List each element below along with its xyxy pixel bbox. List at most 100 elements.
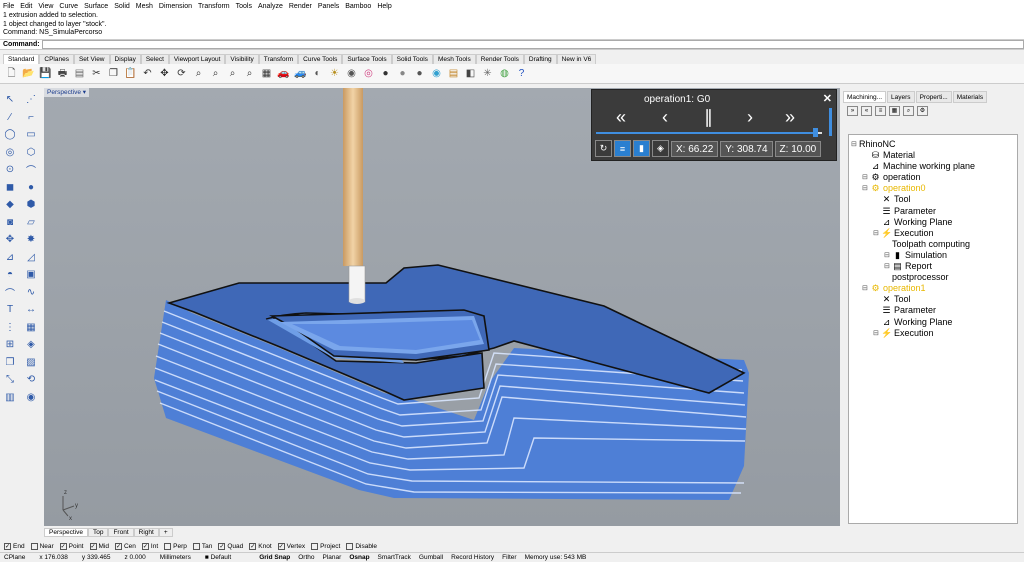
sphere-icon[interactable]: ● <box>395 66 410 81</box>
car-icon[interactable]: 🚙 <box>293 66 308 81</box>
osnap-knot[interactable]: ✓ Knot <box>249 542 272 550</box>
menu-item-bamboo[interactable]: Bamboo <box>345 3 371 10</box>
panel-tab-layers[interactable]: Layers <box>887 91 915 103</box>
pan-icon[interactable]: ✥ <box>157 66 172 81</box>
move-icon[interactable]: ✥ <box>2 232 18 247</box>
search-icon[interactable]: ⌕ <box>903 106 914 116</box>
trim-icon[interactable]: ◿ <box>23 250 39 265</box>
tree-item[interactable]: ⊟ ⚙ operation0 <box>851 183 1015 194</box>
expand-icon[interactable]: ⊟ <box>851 139 859 150</box>
save-icon[interactable]: 💾 <box>38 66 53 81</box>
material-icon[interactable]: ◉ <box>429 66 444 81</box>
osnap-tan[interactable]: Tan <box>192 542 212 550</box>
status-ortho[interactable]: Ortho <box>298 554 314 561</box>
dimension-icon[interactable]: ↔ <box>23 302 39 317</box>
tool-toggle-icon[interactable]: ▮ <box>633 140 650 157</box>
close-icon[interactable]: ✕ <box>823 92 832 105</box>
osnap-disable[interactable]: Disable <box>346 542 377 550</box>
polygon-icon[interactable]: ⬡ <box>23 145 39 160</box>
osnap-int[interactable]: ✓ Int <box>141 542 158 550</box>
speed-slider[interactable] <box>829 108 832 136</box>
menu-item-help[interactable]: Help <box>377 3 391 10</box>
grasshopper-icon[interactable]: ✳ <box>480 66 495 81</box>
filter-icon[interactable]: ▦ <box>889 106 900 116</box>
checkbox[interactable]: ✓ <box>218 542 226 550</box>
select-icon[interactable]: ↖ <box>2 92 18 107</box>
globe-icon[interactable]: ◍ <box>497 66 512 81</box>
panel-tab-materials[interactable]: Materials <box>952 91 988 103</box>
tab-viewport-layout[interactable]: Viewport Layout <box>168 54 226 64</box>
import-icon[interactable]: ▤ <box>72 66 87 81</box>
zoom-extents-icon[interactable]: ⌕ <box>225 66 240 81</box>
fillet-icon[interactable]: ⌒ <box>2 285 18 300</box>
expand-icon[interactable]: ⊟ <box>873 328 881 339</box>
polyline-icon[interactable]: ⌐ <box>23 110 39 125</box>
view-tab-right[interactable]: Right <box>133 527 159 537</box>
tree-item[interactable]: ⊿ Machine working plane <box>851 161 1015 172</box>
status-filter[interactable]: Filter <box>502 554 516 561</box>
panel-tab-machining[interactable]: Machining... <box>843 91 887 103</box>
tree-item[interactable]: ⊟ RhinoNC <box>851 139 1015 150</box>
tab-visibility[interactable]: Visibility <box>225 54 259 64</box>
analyze-icon[interactable]: ◈ <box>23 337 39 352</box>
tree-item[interactable]: ⊟ ⚡ Execution <box>851 228 1015 239</box>
forward-end-button[interactable]: » <box>785 108 795 126</box>
menu-item-tools[interactable]: Tools <box>236 3 252 10</box>
checkbox[interactable]: ✓ <box>59 542 67 550</box>
osnap-quad[interactable]: ✓ Quad <box>218 542 243 550</box>
tab-surface-tools[interactable]: Surface Tools <box>342 54 392 64</box>
select-points-icon[interactable]: ⋰ <box>23 92 39 107</box>
tree-item[interactable]: ⊟ ⚙ operation <box>851 172 1015 183</box>
tab-curve-tools[interactable]: Curve Tools <box>298 54 343 64</box>
viewport-title[interactable]: Perspective ▾ <box>44 88 90 97</box>
tab-solid-tools[interactable]: Solid Tools <box>391 54 433 64</box>
tree-item[interactable]: ☰ Parameter <box>851 206 1015 217</box>
checkbox[interactable]: ✓ <box>249 542 257 550</box>
layer-icon[interactable]: ▤ <box>446 66 461 81</box>
print-icon[interactable]: 🖶 <box>55 66 70 81</box>
zoom-selected-icon[interactable]: ⌕ <box>242 66 257 81</box>
collapse-all-icon[interactable]: « <box>861 106 872 116</box>
box-icon[interactable]: ◼ <box>2 180 18 195</box>
expand-icon[interactable]: ⊟ <box>862 183 870 194</box>
checkbox[interactable]: ✓ <box>4 542 11 550</box>
cut-icon[interactable]: ✂ <box>89 66 104 81</box>
options-icon[interactable]: ⚙ <box>917 106 928 116</box>
status-osnap[interactable]: Osnap <box>349 554 369 561</box>
copy-icon[interactable]: ❐ <box>106 66 121 81</box>
surface-icon[interactable]: ◆ <box>2 197 18 212</box>
checkbox[interactable]: ✓ <box>141 542 149 550</box>
plane-icon[interactable]: ▱ <box>23 215 39 230</box>
grid-icon[interactable]: ▦ <box>23 320 39 335</box>
menu-item-panels[interactable]: Panels <box>318 3 339 10</box>
checkbox[interactable] <box>192 542 200 550</box>
color-wheel-icon[interactable]: ◎ <box>361 66 376 81</box>
sphere-icon[interactable]: ● <box>412 66 427 81</box>
tree-item[interactable]: ✕ Tool <box>851 194 1015 205</box>
curve-icon[interactable]: ⌒ <box>23 162 39 177</box>
menu-item-file[interactable]: File <box>3 3 14 10</box>
line-icon[interactable]: ∕ <box>2 110 18 125</box>
rewind-start-button[interactable]: « <box>616 108 626 126</box>
layers-toggle-icon[interactable]: ≡ <box>614 140 631 157</box>
layout-icon[interactable]: ▥ <box>2 390 18 405</box>
view-tab-perspective[interactable]: Perspective <box>44 527 88 537</box>
sphere-icon[interactable]: ● <box>23 180 39 195</box>
history-icon[interactable]: ⟲ <box>23 372 39 387</box>
group-icon[interactable]: ▣ <box>23 267 39 282</box>
undo-icon[interactable]: ↶ <box>140 66 155 81</box>
tab-new-in-v6[interactable]: New in V6 <box>556 54 597 64</box>
grid-icon[interactable]: ▦ <box>259 66 274 81</box>
menu-item-curve[interactable]: Curve <box>59 3 78 10</box>
tab-transform[interactable]: Transform <box>258 54 299 64</box>
zoom-window-icon[interactable]: ⌕ <box>208 66 223 81</box>
blend-icon[interactable]: ∿ <box>23 285 39 300</box>
tree-item[interactable]: ✕ Tool <box>851 294 1015 305</box>
menu-item-surface[interactable]: Surface <box>84 3 108 10</box>
expand-all-icon[interactable]: » <box>847 106 858 116</box>
osnap-point[interactable]: ✓ Point <box>59 542 84 550</box>
tab-drafting[interactable]: Drafting <box>523 54 557 64</box>
new-file-icon[interactable]: 🗋 <box>4 66 19 81</box>
menu-item-solid[interactable]: Solid <box>114 3 130 10</box>
checkbox[interactable]: ✓ <box>89 542 97 550</box>
